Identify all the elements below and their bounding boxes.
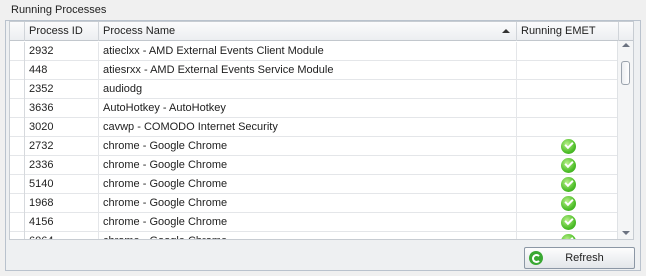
header-process-name[interactable]: Process Name	[99, 22, 517, 41]
row-indicator	[10, 99, 25, 118]
group-title: Running Processes	[11, 4, 107, 16]
cell-running-emet	[517, 42, 619, 61]
cell-process-name: cavwp - COMODO Internet Security	[99, 118, 517, 137]
table-row[interactable]: 4156 chrome - Google Chrome	[10, 213, 619, 232]
cell-process-name: atiesrxx - AMD External Events Service M…	[99, 61, 517, 80]
processes-grid[interactable]: Process ID Process Name Running EMET 293…	[9, 21, 634, 240]
row-indicator	[10, 156, 25, 175]
grid-header: Process ID Process Name Running EMET	[10, 22, 633, 41]
table-row[interactable]: 2732 chrome - Google Chrome	[10, 137, 619, 156]
refresh-icon	[529, 251, 543, 265]
row-indicator	[10, 137, 25, 156]
green-check-icon	[560, 139, 576, 154]
cell-process-id: 2732	[25, 137, 99, 156]
cell-running-emet	[517, 137, 619, 156]
header-process-name-label: Process Name	[103, 25, 176, 37]
cell-process-id: 4156	[25, 213, 99, 232]
scroll-down-icon[interactable]	[622, 231, 630, 235]
row-indicator	[10, 232, 25, 239]
cell-running-emet	[517, 99, 619, 118]
grid-rows: 2932 atieclxx - AMD External Events Clien…	[10, 42, 619, 239]
cell-process-name: chrome - Google Chrome	[99, 175, 517, 194]
table-row[interactable]: 1968 chrome - Google Chrome	[10, 194, 619, 213]
refresh-button-label: Refresh	[565, 252, 604, 264]
cell-process-name: chrome - Google Chrome	[99, 156, 517, 175]
green-check-icon	[560, 234, 576, 239]
cell-process-name: chrome - Google Chrome	[99, 194, 517, 213]
cell-running-emet	[517, 156, 619, 175]
green-check-icon	[560, 177, 576, 192]
row-indicator	[10, 80, 25, 99]
table-row[interactable]: 448 atiesrxx - AMD External Events Servic…	[10, 61, 619, 80]
cell-running-emet	[517, 232, 619, 239]
green-check-icon	[560, 215, 576, 230]
scroll-up-icon[interactable]	[622, 43, 630, 47]
cell-process-id: 3636	[25, 99, 99, 118]
cell-process-id: 3020	[25, 118, 99, 137]
cell-process-id: 6064	[25, 232, 99, 239]
table-row[interactable]: 3020 cavwp - COMODO Internet Security	[10, 118, 619, 137]
table-row[interactable]: 5140 chrome - Google Chrome	[10, 175, 619, 194]
cell-process-id: 1968	[25, 194, 99, 213]
header-indicator	[10, 22, 25, 41]
cell-process-name: chrome - Google Chrome	[99, 137, 517, 156]
cell-running-emet	[517, 80, 619, 99]
row-indicator	[10, 118, 25, 137]
cell-process-name: AutoHotkey - AutoHotkey	[99, 99, 517, 118]
green-check-icon	[560, 158, 576, 173]
cell-running-emet	[517, 118, 619, 137]
refresh-button[interactable]: Refresh	[524, 247, 635, 269]
header-running-emet[interactable]: Running EMET	[517, 22, 619, 41]
cell-process-id: 2932	[25, 42, 99, 61]
table-row[interactable]: 2932 atieclxx - AMD External Events Clien…	[10, 42, 619, 61]
cell-running-emet	[517, 194, 619, 213]
cell-process-id: 2352	[25, 80, 99, 99]
vertical-scrollbar[interactable]	[617, 41, 633, 239]
table-row[interactable]: 2352 audiodg	[10, 80, 619, 99]
row-indicator	[10, 213, 25, 232]
scroll-thumb[interactable]	[621, 61, 630, 85]
cell-running-emet	[517, 175, 619, 194]
cell-process-name: chrome - Google Chrome	[99, 213, 517, 232]
table-row[interactable]: 3636 AutoHotkey - AutoHotkey	[10, 99, 619, 118]
row-indicator	[10, 194, 25, 213]
cell-process-name: chrome - Google Chrome	[99, 232, 517, 239]
cell-process-name: audiodg	[99, 80, 517, 99]
cell-running-emet	[517, 213, 619, 232]
cell-process-id: 2336	[25, 156, 99, 175]
cell-running-emet	[517, 61, 619, 80]
cell-process-name: atieclxx - AMD External Events Client Mo…	[99, 42, 517, 61]
row-indicator	[10, 175, 25, 194]
row-indicator	[10, 61, 25, 80]
cell-process-id: 5140	[25, 175, 99, 194]
header-process-id[interactable]: Process ID	[25, 22, 99, 41]
cell-process-id: 448	[25, 61, 99, 80]
table-row[interactable]: 6064chrome - Google Chrome	[10, 232, 619, 239]
row-indicator	[10, 42, 25, 61]
sort-ascending-icon	[502, 29, 510, 33]
green-check-icon	[560, 196, 576, 211]
running-processes-group: Running Processes Process ID Process Nam…	[0, 0, 646, 276]
table-row[interactable]: 2336 chrome - Google Chrome	[10, 156, 619, 175]
